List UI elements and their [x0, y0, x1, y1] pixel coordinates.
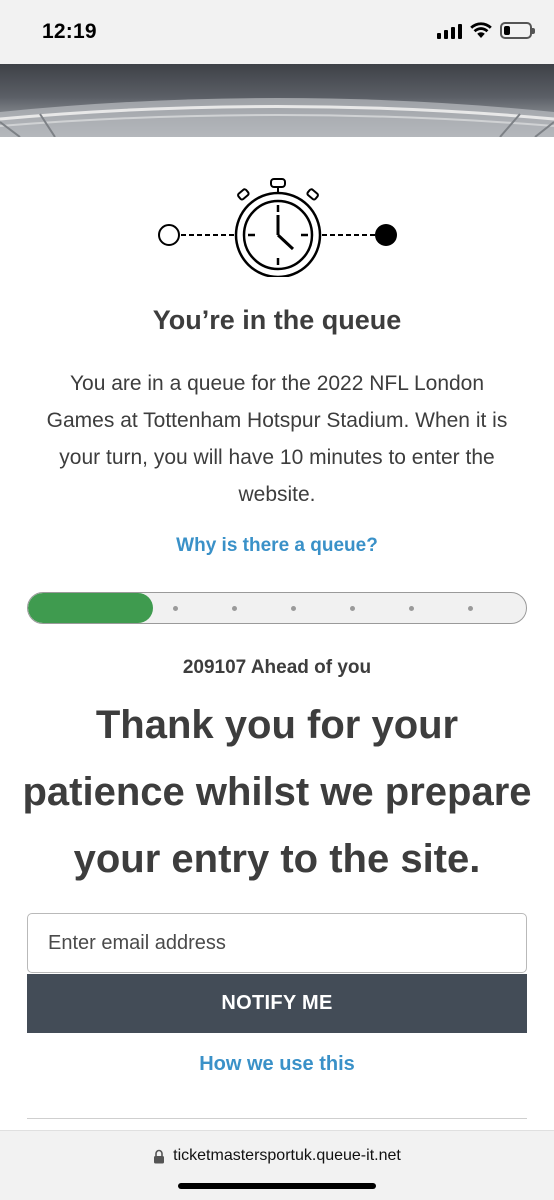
battery-level: [504, 26, 510, 35]
hero-banner: [0, 64, 554, 137]
home-indicator[interactable]: [178, 1183, 376, 1189]
url-text[interactable]: ticketmastersportuk.queue-it.net: [173, 1147, 401, 1165]
status-bar: 12:19: [0, 0, 554, 64]
patience-headline: Thank you for your patience whilst we pr…: [20, 692, 534, 893]
queue-title: You’re in the queue: [152, 305, 402, 335]
ahead-count: 209107: [182, 657, 247, 678]
signal-icon: [437, 23, 462, 39]
start-circle-icon: [158, 224, 180, 246]
browser-url-bar[interactable]: ticketmastersportuk.queue-it.net: [0, 1130, 554, 1200]
url-row[interactable]: ticketmastersportuk.queue-it.net: [0, 1147, 554, 1165]
wifi-icon: [470, 22, 492, 38]
progress-dot: [232, 606, 237, 611]
headline-line: Thank you for your: [95, 703, 459, 747]
description-line: You are in a queue for the 2022 NFL Lond…: [69, 372, 485, 395]
email-input[interactable]: [27, 913, 527, 973]
progress-dot: [409, 606, 414, 611]
ahead-of-you: 209107 Ahead of you: [0, 657, 554, 679]
progress-dot: [291, 606, 296, 611]
notify-me-button[interactable]: NOTIFY ME: [27, 974, 527, 1033]
headline-line: your entry to the site.: [73, 837, 481, 881]
queue-progress-fill: [28, 593, 153, 623]
how-we-use-this-link[interactable]: How we use this: [0, 1053, 554, 1076]
queue-description: You are in a queue for the 2022 NFL Lond…: [30, 365, 524, 513]
stadium-roof-image: [0, 98, 554, 137]
description-line: Games at Tottenham Hotspur Stadium. When…: [46, 409, 508, 432]
progress-dot: [350, 606, 355, 611]
stopwatch-icon: [234, 178, 322, 277]
battery-icon: [500, 22, 535, 39]
progress-dot: [173, 606, 178, 611]
description-line: website.: [238, 483, 316, 506]
why-queue-link[interactable]: Why is there a queue?: [0, 535, 554, 557]
queue-progress-bar: [27, 592, 527, 624]
lock-icon: [154, 1149, 165, 1163]
progress-dot: [468, 606, 473, 611]
ahead-label: Ahead of you: [250, 657, 372, 678]
queue-graphic: [158, 178, 397, 277]
description-line: your turn, you will have 10 minutes to e…: [59, 446, 495, 469]
divider: [27, 1118, 527, 1119]
status-icons: [437, 22, 535, 39]
headline-line: patience whilst we prepare: [22, 770, 532, 814]
status-time: 12:19: [42, 20, 97, 43]
end-circle-icon: [375, 224, 397, 246]
